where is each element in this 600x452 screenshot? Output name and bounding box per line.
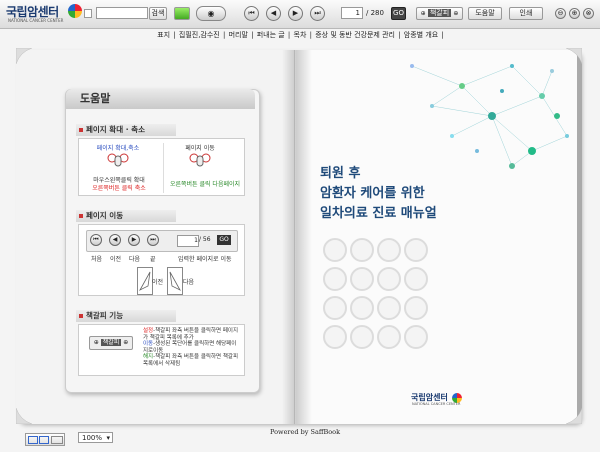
cover-title-line-2: 암환자 케어를 위한 bbox=[320, 186, 425, 201]
help-title: 도움말 bbox=[66, 89, 255, 109]
organ-icon bbox=[404, 296, 428, 320]
demo-total-pages: / 56 bbox=[199, 236, 211, 243]
total-pages: / 280 bbox=[366, 9, 384, 17]
toc-item[interactable]: 퍼내는 글 bbox=[256, 31, 286, 39]
logo: 국립암센터 NATIONAL CANCER CENTER bbox=[4, 3, 84, 25]
search-input[interactable] bbox=[96, 7, 148, 19]
zoom-section-heading: 페이지 확대 · 축소 bbox=[76, 124, 176, 136]
nav-input-desc: 입력한 페이지로 이동 bbox=[178, 256, 232, 263]
demo-prev-icon: ◀ bbox=[109, 234, 121, 246]
zoom-desc-1: 마우스왼쪽클릭 확대 bbox=[93, 177, 145, 184]
cover-title-line-1: 퇴원 후 bbox=[320, 166, 361, 181]
nav-label-first: 처음 bbox=[91, 256, 103, 263]
go-button[interactable]: GO bbox=[391, 7, 406, 20]
demo-prev-label: 이전 bbox=[152, 279, 164, 286]
next-page-button[interactable]: ▶ bbox=[288, 6, 303, 21]
view-mode-icons[interactable] bbox=[25, 433, 65, 446]
organ-icon bbox=[404, 325, 428, 349]
powered-by: Powered by SaffBook bbox=[270, 428, 341, 436]
last-page-button[interactable]: ⏭ bbox=[310, 6, 325, 21]
first-page-button[interactable]: ⏮ bbox=[244, 6, 259, 21]
book-spine bbox=[282, 50, 312, 424]
demo-bookmark-label: 책갈피 bbox=[100, 339, 122, 346]
bm-text-set: -책갈피 좌측 버튼을 클릭하면 페이지가 책갈피 목록에 추가 bbox=[143, 328, 239, 341]
close-button[interactable]: ⊗ bbox=[583, 8, 594, 19]
bm-key-move: 이동 bbox=[143, 341, 154, 347]
bm-key-set: 설정 bbox=[143, 328, 154, 334]
demo-go-label: GO bbox=[217, 235, 231, 245]
demo-page-prev bbox=[137, 267, 153, 295]
demo-page-input: 1 bbox=[177, 235, 199, 247]
organ-icon bbox=[323, 296, 347, 320]
organ-icon bbox=[350, 267, 374, 291]
bm-text-move: -생성된 목단어를 클릭하면 해당페이지로이동 bbox=[143, 341, 237, 354]
organ-icon bbox=[404, 267, 428, 291]
nav-label-last: 끝 bbox=[150, 256, 156, 263]
toc-toggle-icon[interactable] bbox=[84, 9, 92, 18]
page-curl-bottom-left-icon[interactable] bbox=[16, 408, 32, 424]
bookmark-label: 책갈피 bbox=[427, 9, 452, 17]
chat-icon[interactable] bbox=[174, 7, 190, 20]
zoom-value: 100% bbox=[82, 434, 103, 442]
chevron-down-icon: ▾ bbox=[106, 434, 110, 442]
organ-icon bbox=[323, 238, 347, 262]
demo-page-next bbox=[167, 267, 183, 295]
toc-item[interactable]: 증상 및 동반 건강문제 관리 bbox=[314, 31, 396, 39]
cover-title-line-3: 일차의료 진료 매뉴얼 bbox=[320, 206, 437, 221]
bookmark-section-heading: 책갈피 기능 bbox=[76, 310, 176, 322]
page-move-label: 페이지 이동 bbox=[185, 145, 215, 152]
demo-next-icon: ▶ bbox=[128, 234, 140, 246]
nav-label-prev: 이전 bbox=[110, 256, 122, 263]
organ-icon bbox=[377, 267, 401, 291]
organ-icon bbox=[350, 296, 374, 320]
zoom-label: 페이지 확대,축소 bbox=[96, 145, 140, 152]
demo-last-icon: ⏭ bbox=[147, 234, 159, 246]
bottom-bar: 100% ▾ Powered by SaffBook bbox=[0, 428, 600, 452]
logo-mark-icon bbox=[68, 4, 82, 18]
organ-icon bbox=[377, 296, 401, 320]
nav-label-next: 다음 bbox=[129, 256, 141, 263]
demo-bookmark-control: ⊕ 책갈피 ⊕ bbox=[89, 336, 133, 350]
zoom-desc-2: 오른쪽버튼 클릭 축소 bbox=[92, 185, 146, 192]
cover-publisher-sub: NATIONAL CANCER CENTER bbox=[412, 402, 461, 406]
organ-icon bbox=[323, 267, 347, 291]
logo-subtitle: NATIONAL CANCER CENTER bbox=[8, 18, 64, 23]
toc-item[interactable]: 집필진,감수진 bbox=[178, 31, 221, 39]
prev-page-button[interactable]: ◀ bbox=[266, 6, 281, 21]
print-button[interactable]: 인쇄 bbox=[509, 7, 543, 20]
organ-icon bbox=[350, 238, 374, 262]
demo-next-label: 다음 bbox=[183, 279, 195, 286]
bm-text-remove: -책갈피 좌측 버튼을 클릭하면 책갈피목록에서 삭제됨 bbox=[143, 354, 239, 367]
organ-icon bbox=[377, 238, 401, 262]
toc-item[interactable]: 표지 bbox=[156, 31, 171, 39]
toc-navbar: 표지 | 집필진,감수진 | 머리말 | 퍼내는 글 | 목차 | 증상 및 동… bbox=[156, 31, 444, 39]
toolbar: 국립암센터 NATIONAL CANCER CENTER 검색 ◉ ⏮ ◀ ▶ … bbox=[0, 0, 600, 29]
demo-first-icon: ⏮ bbox=[90, 234, 102, 246]
page-move-section-heading: 페이지 이동 bbox=[76, 210, 176, 222]
zoom-select[interactable]: 100% ▾ bbox=[78, 432, 113, 443]
page-curl-bottom-right-icon[interactable] bbox=[566, 408, 582, 424]
mouse-move-icon bbox=[189, 153, 211, 167]
organ-icon bbox=[350, 325, 374, 349]
page-number-input[interactable]: 1 bbox=[341, 7, 363, 19]
bookmark-help-text: 설정-책갈피 좌측 버튼을 클릭하면 페이지가 책갈피 목록에 추가 이동-생성… bbox=[143, 328, 241, 367]
mouse-zoom-icon bbox=[107, 153, 129, 167]
bookmark-control[interactable]: ⊕ 책갈피 ⊕ bbox=[416, 7, 463, 20]
toc-item[interactable]: 목차 bbox=[293, 31, 308, 39]
zoom-toggle-icon[interactable]: ◉ bbox=[196, 6, 226, 21]
organ-icon bbox=[323, 325, 347, 349]
bm-key-remove: 해지 bbox=[143, 354, 154, 360]
toc-item[interactable]: 암종별 개요 bbox=[403, 31, 439, 39]
help-button[interactable]: 도움말 bbox=[468, 7, 502, 20]
search-button[interactable]: 검색 bbox=[149, 7, 167, 20]
page-move-desc: 오른쪽버튼 클릭 다음페이지 bbox=[169, 181, 241, 188]
maximize-button[interactable]: ⊕ bbox=[569, 8, 580, 19]
minimize-button[interactable]: ⊖ bbox=[555, 8, 566, 19]
network-graphic bbox=[410, 64, 569, 169]
page-curl-top-left-icon[interactable] bbox=[16, 48, 32, 64]
organ-icon bbox=[377, 325, 401, 349]
organ-icon bbox=[404, 238, 428, 262]
cover-logo-icon bbox=[452, 393, 462, 403]
toc-item[interactable]: 머리말 bbox=[228, 31, 249, 39]
